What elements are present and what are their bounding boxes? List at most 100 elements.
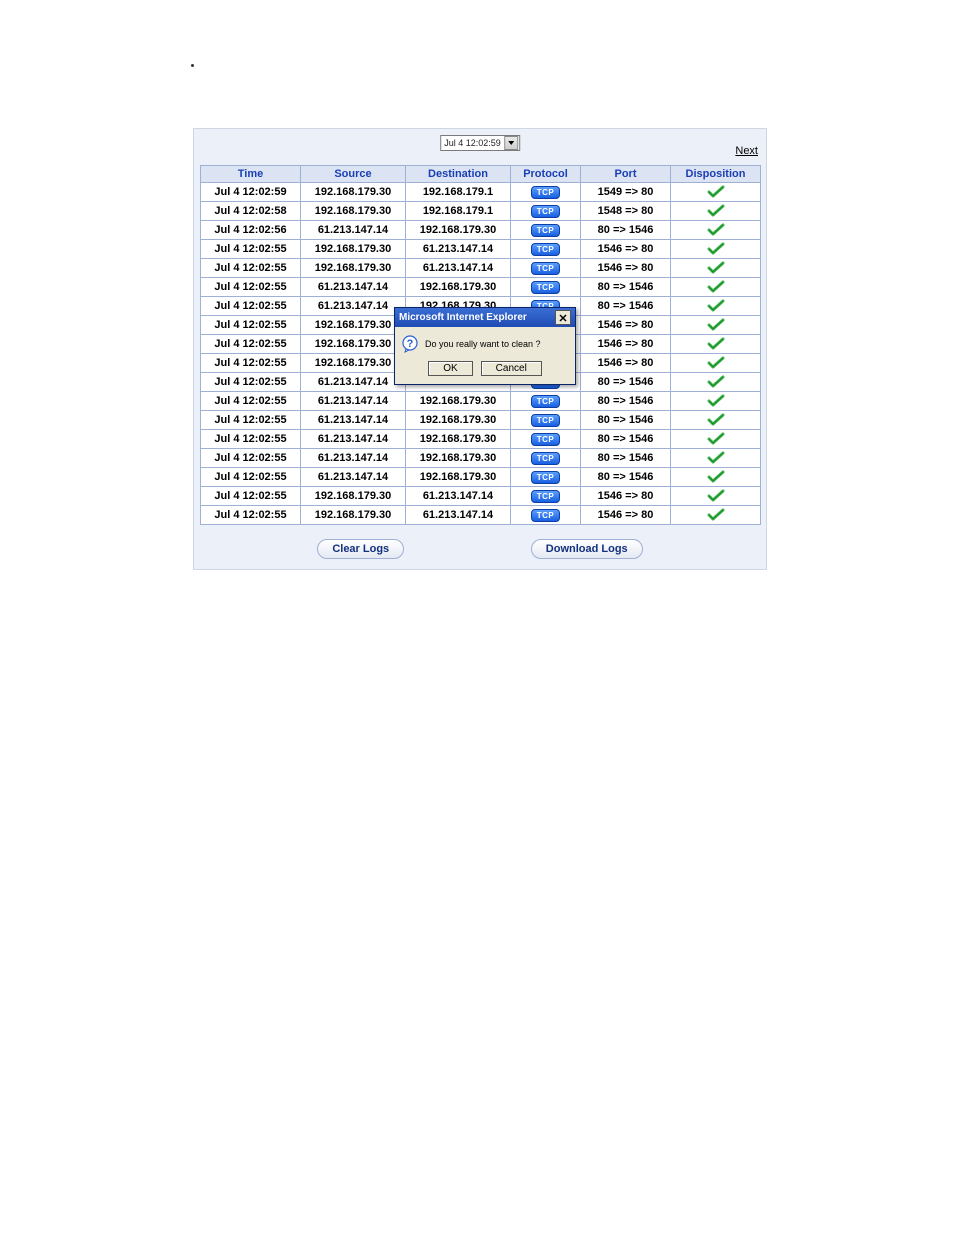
cell-disposition bbox=[671, 183, 761, 202]
cell-port: 1546 => 80 bbox=[581, 354, 671, 373]
cell-port: 80 => 1546 bbox=[581, 449, 671, 468]
tcp-badge-icon: TCP bbox=[531, 395, 561, 408]
cell-port: 1546 => 80 bbox=[581, 487, 671, 506]
cell-disposition bbox=[671, 316, 761, 335]
dialog-title: Microsoft Internet Explorer bbox=[399, 312, 527, 323]
cell-destination: 192.168.179.30 bbox=[406, 430, 511, 449]
table-row: Jul 4 12:02:55192.168.179.3061.213.147.1… bbox=[201, 240, 761, 259]
question-icon: ? bbox=[401, 335, 419, 353]
allowed-check-icon bbox=[675, 470, 756, 484]
col-destination: Destination bbox=[406, 166, 511, 183]
dialog-cancel-button[interactable]: Cancel bbox=[481, 361, 542, 376]
cell-port: 80 => 1546 bbox=[581, 297, 671, 316]
col-protocol: Protocol bbox=[511, 166, 581, 183]
cell-disposition bbox=[671, 335, 761, 354]
allowed-check-icon bbox=[675, 261, 756, 275]
cell-source: 192.168.179.30 bbox=[301, 202, 406, 221]
cell-protocol: TCP bbox=[511, 411, 581, 430]
table-row: Jul 4 12:02:5661.213.147.14192.168.179.3… bbox=[201, 221, 761, 240]
cell-destination: 61.213.147.14 bbox=[406, 259, 511, 278]
cell-protocol: TCP bbox=[511, 506, 581, 525]
cell-destination: 192.168.179.1 bbox=[406, 202, 511, 221]
cell-destination: 192.168.179.30 bbox=[406, 278, 511, 297]
cell-source: 61.213.147.14 bbox=[301, 278, 406, 297]
cell-disposition bbox=[671, 240, 761, 259]
cell-source: 192.168.179.30 bbox=[301, 240, 406, 259]
cell-port: 80 => 1546 bbox=[581, 468, 671, 487]
allowed-check-icon bbox=[675, 394, 756, 408]
cell-disposition bbox=[671, 392, 761, 411]
cell-source: 61.213.147.14 bbox=[301, 449, 406, 468]
cell-source: 61.213.147.14 bbox=[301, 221, 406, 240]
tcp-badge-icon: TCP bbox=[531, 224, 561, 237]
table-row: Jul 4 12:02:5561.213.147.14192.168.179.3… bbox=[201, 392, 761, 411]
table-row: Jul 4 12:02:55192.168.179.3061.213.147.1… bbox=[201, 259, 761, 278]
close-icon bbox=[559, 314, 567, 322]
cell-protocol: TCP bbox=[511, 183, 581, 202]
cell-disposition bbox=[671, 354, 761, 373]
cell-time: Jul 4 12:02:55 bbox=[201, 468, 301, 487]
dialog-ok-button[interactable]: OK bbox=[428, 361, 472, 376]
allowed-check-icon bbox=[675, 318, 756, 332]
cell-source: 61.213.147.14 bbox=[301, 411, 406, 430]
table-row: Jul 4 12:02:5561.213.147.14192.168.179.3… bbox=[201, 278, 761, 297]
cell-time: Jul 4 12:02:55 bbox=[201, 354, 301, 373]
table-header-row: Time Source Destination Protocol Port Di… bbox=[201, 166, 761, 183]
cell-protocol: TCP bbox=[511, 278, 581, 297]
cell-disposition bbox=[671, 202, 761, 221]
cell-protocol: TCP bbox=[511, 259, 581, 278]
col-disposition: Disposition bbox=[671, 166, 761, 183]
cell-time: Jul 4 12:02:55 bbox=[201, 506, 301, 525]
allowed-check-icon bbox=[675, 432, 756, 446]
download-logs-button[interactable]: Download Logs bbox=[531, 539, 643, 559]
cell-protocol: TCP bbox=[511, 430, 581, 449]
cell-disposition bbox=[671, 506, 761, 525]
cell-time: Jul 4 12:02:55 bbox=[201, 335, 301, 354]
cell-time: Jul 4 12:02:55 bbox=[201, 316, 301, 335]
cell-destination: 192.168.179.30 bbox=[406, 221, 511, 240]
allowed-check-icon bbox=[675, 375, 756, 389]
cell-port: 1546 => 80 bbox=[581, 335, 671, 354]
cell-protocol: TCP bbox=[511, 240, 581, 259]
panel-topbar: Jul 4 12:02:59 Next bbox=[194, 129, 766, 161]
allowed-check-icon bbox=[675, 223, 756, 237]
allowed-check-icon bbox=[675, 280, 756, 294]
cell-source: 192.168.179.30 bbox=[301, 259, 406, 278]
allowed-check-icon bbox=[675, 242, 756, 256]
cell-disposition bbox=[671, 468, 761, 487]
cell-destination: 192.168.179.1 bbox=[406, 183, 511, 202]
time-filter-select[interactable]: Jul 4 12:02:59 bbox=[440, 135, 520, 151]
dialog-close-button[interactable] bbox=[555, 310, 571, 325]
cell-time: Jul 4 12:02:55 bbox=[201, 278, 301, 297]
cell-disposition bbox=[671, 430, 761, 449]
cell-destination: 192.168.179.30 bbox=[406, 392, 511, 411]
table-row: Jul 4 12:02:5561.213.147.14192.168.179.3… bbox=[201, 449, 761, 468]
cell-port: 1546 => 80 bbox=[581, 240, 671, 259]
cell-time: Jul 4 12:02:55 bbox=[201, 449, 301, 468]
clear-logs-button[interactable]: Clear Logs bbox=[317, 539, 404, 559]
next-link[interactable]: Next bbox=[735, 145, 758, 157]
table-row: Jul 4 12:02:5561.213.147.14192.168.179.3… bbox=[201, 411, 761, 430]
tcp-badge-icon: TCP bbox=[531, 509, 561, 522]
dialog-titlebar[interactable]: Microsoft Internet Explorer bbox=[395, 308, 575, 327]
cell-destination: 61.213.147.14 bbox=[406, 487, 511, 506]
cell-source: 61.213.147.14 bbox=[301, 392, 406, 411]
table-row: Jul 4 12:02:55192.168.179.3061.213.147.1… bbox=[201, 506, 761, 525]
tcp-badge-icon: TCP bbox=[531, 186, 561, 199]
tcp-badge-icon: TCP bbox=[531, 414, 561, 427]
cell-port: 80 => 1546 bbox=[581, 373, 671, 392]
table-row: Jul 4 12:02:5561.213.147.14192.168.179.3… bbox=[201, 468, 761, 487]
cell-source: 192.168.179.30 bbox=[301, 487, 406, 506]
allowed-check-icon bbox=[675, 204, 756, 218]
cell-disposition bbox=[671, 297, 761, 316]
cell-destination: 192.168.179.30 bbox=[406, 411, 511, 430]
cell-port: 80 => 1546 bbox=[581, 411, 671, 430]
tcp-badge-icon: TCP bbox=[531, 471, 561, 484]
cell-protocol: TCP bbox=[511, 392, 581, 411]
allowed-check-icon bbox=[675, 185, 756, 199]
cell-port: 80 => 1546 bbox=[581, 392, 671, 411]
cell-time: Jul 4 12:02:55 bbox=[201, 411, 301, 430]
cell-disposition bbox=[671, 278, 761, 297]
cell-port: 80 => 1546 bbox=[581, 430, 671, 449]
cell-port: 1548 => 80 bbox=[581, 202, 671, 221]
